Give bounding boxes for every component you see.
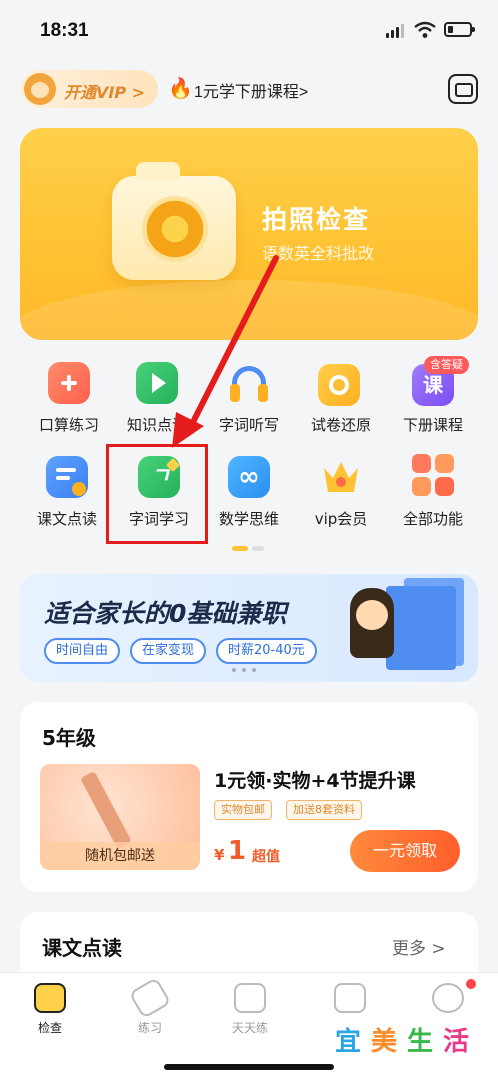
monkey-avatar-icon: [24, 73, 56, 105]
tool-label: 口算练习: [38, 416, 99, 434]
text-read-icon: [46, 456, 88, 498]
product-image[interactable]: 随机包邮送: [40, 764, 200, 870]
tool-label: 字词听写: [218, 416, 279, 434]
section-title: 课文点读: [42, 936, 122, 960]
camera-tab-icon: [34, 983, 66, 1013]
parttime-banner[interactable]: 适合家长的0基础兼职 时间自由 在家变现 时薪20-40元: [20, 574, 478, 682]
wifi-icon: [414, 21, 436, 38]
class-tab-icon: [334, 983, 366, 1013]
banner-tag: 时间自由: [44, 638, 121, 664]
tab-label: 练习: [137, 1021, 162, 1035]
signal-icon: [386, 24, 406, 38]
fire-icon: 🔥: [168, 76, 193, 100]
tool-label: 课文点读: [36, 510, 97, 528]
price-value: 1: [228, 836, 247, 866]
scan-icon[interactable]: [448, 74, 478, 104]
watermark-char: 生: [406, 1027, 433, 1057]
watermark-char: 美: [370, 1027, 397, 1057]
tool-label: 试卷还原: [310, 416, 371, 434]
tool-label: 下册课程: [402, 416, 463, 434]
status-time: 18:31: [40, 20, 89, 41]
open-vip-button[interactable]: 开通VIP >: [20, 70, 158, 108]
photo-check-card[interactable]: 拍照检查 语数英全科批改: [20, 128, 478, 340]
battery-icon: [444, 22, 475, 37]
camera-icon: [112, 162, 236, 280]
video-play-icon: [136, 362, 178, 404]
banner-tag: 在家变现: [130, 638, 207, 664]
book-illustration: [386, 586, 456, 670]
watermark: 宜 美 生 活: [328, 1020, 478, 1066]
banner-tag: 时薪20-40元: [216, 638, 317, 664]
status-bar: 18:31: [0, 0, 498, 62]
claim-button[interactable]: 一元领取: [350, 830, 460, 872]
monkey-face: [356, 600, 388, 630]
tab-daily[interactable]: 天天练: [210, 979, 290, 1039]
price-note: 超值: [252, 849, 280, 865]
tab-label: 天天练: [231, 1021, 268, 1035]
promo-link[interactable]: 1元学下册课程>: [194, 78, 308, 102]
notification-dot: [466, 979, 476, 989]
headphones-icon: [228, 362, 270, 404]
watermark-char: 宜: [334, 1027, 361, 1057]
calc-practice-icon: [48, 362, 90, 404]
tab-label: 检查: [37, 1021, 62, 1035]
camera-restore-icon: [318, 364, 360, 406]
vip-label: 开通VIP >: [64, 83, 146, 102]
tool-label: 全部功能: [402, 510, 463, 528]
highlight-box: [106, 444, 208, 544]
product-caption: 随机包邮送: [40, 842, 200, 870]
infinity-icon: ∞: [228, 456, 270, 498]
tool-label: 数学思维: [218, 510, 279, 528]
home-indicator: [164, 1064, 334, 1070]
product-tag: 实物包邮: [214, 800, 272, 820]
profile-tab-icon: [432, 983, 464, 1013]
tool-label: vip会员: [314, 510, 368, 528]
product-tag: 加送8套资料: [286, 800, 362, 820]
crown-icon: [320, 456, 362, 498]
product-name: 1元领·实物+4节提升课: [214, 770, 416, 792]
eraser-tab-icon: [128, 977, 172, 1019]
hero-subtitle: 语数英全科批改: [262, 244, 375, 263]
grid-all-icon: [412, 454, 454, 496]
tab-check[interactable]: 检查: [10, 979, 90, 1039]
tab-practice[interactable]: 练习: [110, 977, 190, 1039]
more-link[interactable]: 更多 >: [392, 934, 446, 959]
watermark-char: 活: [442, 1027, 469, 1057]
grade-title: 5年级: [42, 726, 96, 750]
checkbox-tab-icon: [234, 983, 266, 1013]
pencil-illustration: [80, 770, 132, 850]
banner-title: 适合家长的0基础兼职: [44, 599, 287, 628]
tool-label: 知识点讲: [126, 416, 187, 434]
price-symbol: ¥: [214, 846, 225, 864]
answer-badge: 含答疑: [424, 356, 469, 374]
hero-title: 拍照检查: [262, 205, 371, 234]
grade-card: 5年级 随机包邮送 1元领·实物+4节提升课 实物包邮 加送8套资料 ¥ 1 超…: [20, 702, 478, 892]
